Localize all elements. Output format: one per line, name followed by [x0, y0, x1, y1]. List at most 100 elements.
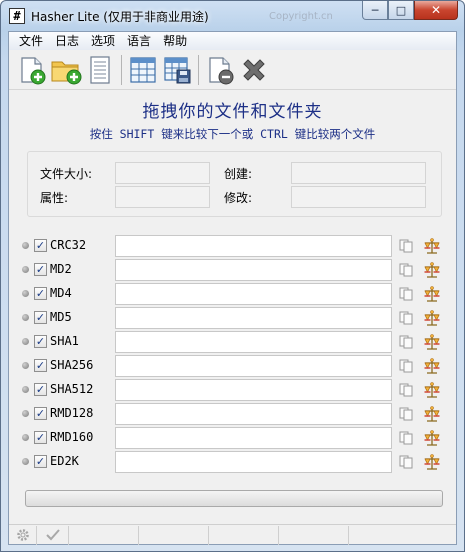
copy-icon[interactable] — [399, 455, 413, 469]
drop-zone-header[interactable]: 拖拽你的文件和文件夹 按住 SHIFT 键来比较下一个或 CTRL 键比较两个文… — [9, 91, 456, 151]
drop-hint: 按住 SHIFT 键来比较下一个或 CTRL 键比较两个文件 — [89, 127, 376, 141]
hash-row: ✓ MD5 — [9, 306, 456, 330]
file-size-label: 文件大小: — [40, 167, 93, 181]
hash-value-field[interactable] — [115, 427, 392, 449]
hash-row: ✓ RMD160 — [9, 426, 456, 450]
maximize-button[interactable]: □ — [388, 1, 414, 20]
status-dot-icon — [22, 458, 29, 465]
hash-checkbox[interactable]: ✓ — [34, 455, 47, 468]
compare-icon[interactable] — [424, 406, 440, 422]
table-icon[interactable] — [126, 53, 160, 87]
copy-icon[interactable] — [399, 431, 413, 445]
status-cell — [209, 525, 279, 545]
hash-name: RMD128 — [50, 406, 94, 420]
hash-value-field[interactable] — [115, 451, 392, 473]
clear-icon[interactable] — [237, 53, 271, 87]
app-window: # Hasher Lite (仅用于非商业用途) Copyright.cn ─ … — [0, 0, 465, 552]
compare-icon[interactable] — [424, 358, 440, 374]
drop-title: 拖拽你的文件和文件夹 — [142, 102, 323, 122]
status-dot-icon — [22, 266, 29, 273]
menu-log[interactable]: 日志 — [49, 32, 85, 50]
hash-row: ✓ SHA1 — [9, 330, 456, 354]
hash-checkbox[interactable]: ✓ — [34, 407, 47, 420]
copy-icon[interactable] — [399, 287, 413, 301]
hash-checkbox[interactable]: ✓ — [34, 263, 47, 276]
minimize-button[interactable]: ─ — [362, 1, 388, 20]
hash-name: ED2K — [50, 454, 79, 468]
copy-icon[interactable] — [399, 239, 413, 253]
hash-value-field[interactable] — [115, 403, 392, 425]
hash-row: ✓ ED2K — [9, 450, 456, 474]
status-dot-icon — [22, 362, 29, 369]
created-label: 创建: — [224, 167, 253, 181]
hash-row: ✓ RMD128 — [9, 402, 456, 426]
menu-options[interactable]: 选项 — [85, 32, 121, 50]
add-file-icon[interactable] — [15, 53, 49, 87]
compare-icon[interactable] — [424, 238, 440, 254]
menu-language[interactable]: 语言 — [121, 32, 157, 50]
save-table-icon[interactable] — [160, 53, 194, 87]
status-dot-icon — [22, 290, 29, 297]
compare-icon[interactable] — [424, 262, 440, 278]
hash-checkbox[interactable]: ✓ — [34, 335, 47, 348]
status-cell — [139, 525, 209, 545]
menu-help[interactable]: 帮助 — [157, 32, 193, 50]
hash-value-field[interactable] — [115, 379, 392, 401]
copy-icon[interactable] — [399, 335, 413, 349]
hash-checkbox[interactable]: ✓ — [34, 431, 47, 444]
status-dot-icon — [22, 314, 29, 321]
copy-icon[interactable] — [399, 407, 413, 421]
remove-file-icon[interactable] — [203, 53, 237, 87]
hash-value-field[interactable] — [115, 235, 392, 257]
title-bar[interactable]: # Hasher Lite (仅用于非商业用途) Copyright.cn ─ … — [1, 1, 464, 31]
copy-icon[interactable] — [399, 263, 413, 277]
hash-name: SHA256 — [50, 358, 94, 372]
hash-value-field[interactable] — [115, 307, 392, 329]
menu-file[interactable]: 文件 — [13, 32, 49, 50]
hash-checkbox[interactable]: ✓ — [34, 287, 47, 300]
hash-value-field[interactable] — [115, 331, 392, 353]
hash-checkbox[interactable]: ✓ — [34, 311, 47, 324]
copy-icon[interactable] — [399, 383, 413, 397]
compare-icon[interactable] — [424, 382, 440, 398]
toolbar — [9, 50, 456, 90]
hash-checkbox[interactable]: ✓ — [34, 359, 47, 372]
hash-value-field[interactable] — [115, 259, 392, 281]
status-cell — [279, 525, 349, 545]
modified-value — [291, 186, 426, 208]
file-info-panel: 文件大小: 属性: 创建: 修改: — [27, 151, 442, 217]
compare-icon[interactable] — [424, 286, 440, 302]
app-icon[interactable]: # — [9, 8, 25, 24]
copy-icon[interactable] — [399, 311, 413, 325]
attributes-label: 属性: — [40, 191, 69, 205]
settings-gear-icon[interactable] — [9, 525, 37, 545]
hash-name: CRC32 — [50, 238, 87, 252]
compare-icon[interactable] — [424, 430, 440, 446]
hash-value-field[interactable] — [115, 355, 392, 377]
compare-icon[interactable] — [424, 310, 440, 326]
copy-icon[interactable] — [399, 359, 413, 373]
compare-icon[interactable] — [424, 334, 440, 350]
status-dot-icon — [22, 410, 29, 417]
client-area: 文件 日志 选项 语言 帮助 拖拽你的文件和文件夹 按住 SHIFT 键来比较下… — [8, 31, 457, 545]
toolbar-separator — [198, 54, 199, 85]
hash-value-field[interactable] — [115, 283, 392, 305]
created-value — [291, 162, 426, 184]
hash-checkbox[interactable]: ✓ — [34, 383, 47, 396]
hash-name: MD2 — [50, 262, 72, 276]
document-icon[interactable] — [83, 53, 117, 87]
compare-icon[interactable] — [424, 454, 440, 470]
hash-row: ✓ SHA256 — [9, 354, 456, 378]
hash-name: SHA1 — [50, 334, 79, 348]
menu-bar: 文件 日志 选项 语言 帮助 — [9, 32, 456, 50]
caption-buttons: ─ □ ✕ — [362, 1, 458, 20]
add-folder-icon[interactable] — [49, 53, 83, 87]
watermark-text: Copyright.cn — [269, 11, 333, 22]
status-dot-icon — [22, 434, 29, 441]
verify-check-icon[interactable] — [37, 525, 69, 545]
hash-row: ✓ MD4 — [9, 282, 456, 306]
hash-checkbox[interactable]: ✓ — [34, 239, 47, 252]
toolbar-separator — [121, 54, 122, 85]
hash-name: RMD160 — [50, 430, 94, 444]
close-button[interactable]: ✕ — [414, 1, 458, 20]
